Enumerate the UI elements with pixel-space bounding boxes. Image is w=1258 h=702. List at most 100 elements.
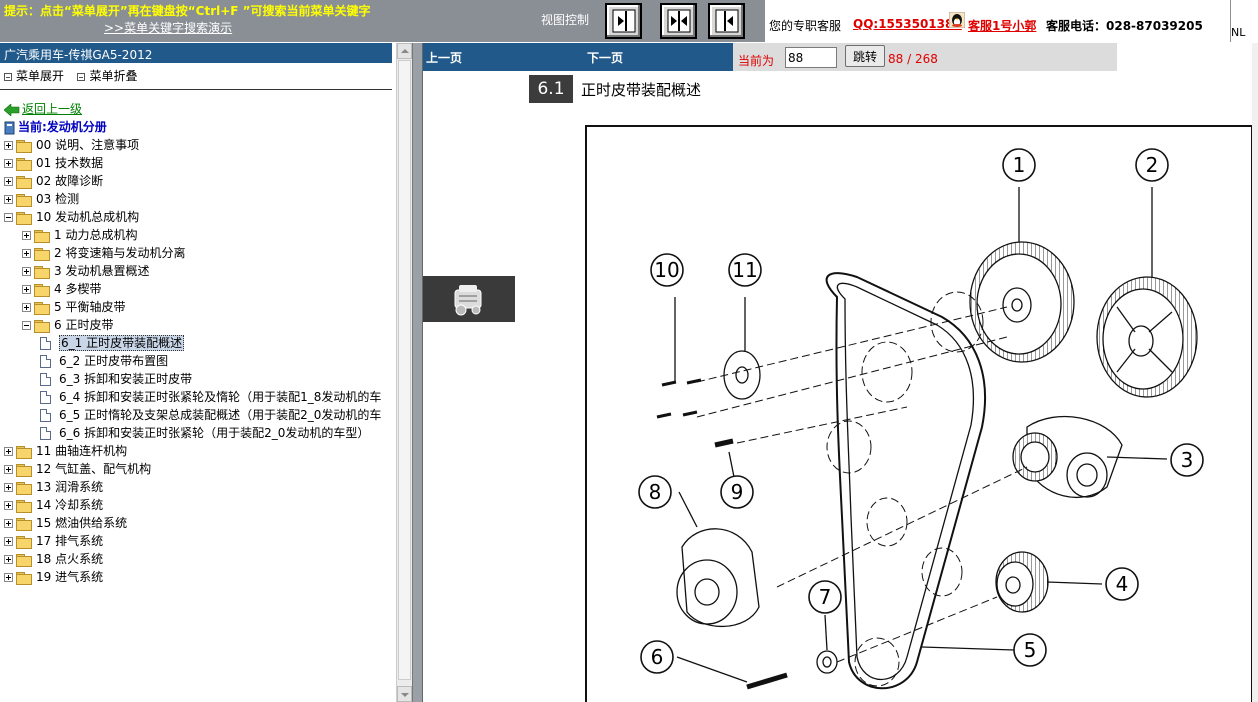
content-scrollbar[interactable] <box>1252 43 1258 702</box>
tree-folder-item[interactable]: 12 气缸盖、配气机构 <box>4 460 151 478</box>
service-agent-link[interactable]: 客服1号小郭 <box>968 17 1036 34</box>
tree-folder-item[interactable]: 14 冷却系统 <box>4 496 103 514</box>
tree-folder-item[interactable]: 13 润滑系统 <box>4 478 103 496</box>
folder-icon <box>34 247 50 261</box>
timing-belt-drawing: 1 2 3 4 5 6 7 8 9 10 11 <box>638 148 1204 690</box>
collapse-toggle-icon[interactable] <box>4 213 13 222</box>
tree-folder-item[interactable]: 00 说明、注意事项 <box>4 136 139 154</box>
engine-volume-tab[interactable] <box>423 276 515 322</box>
view-right-only-button[interactable] <box>605 3 642 39</box>
tree-folder-item[interactable]: 01 技术数据 <box>4 154 103 172</box>
tree-document-item[interactable]: 6_3 拆卸和安装正时皮带 <box>40 370 192 388</box>
document-icon <box>40 409 51 422</box>
callout-number: 8 <box>649 480 662 504</box>
tree-item-label: 6_1 正时皮带装配概述 <box>59 335 185 351</box>
back-link[interactable]: 返回上一级 <box>4 100 82 117</box>
folder-icon <box>16 175 32 189</box>
expand-toggle-icon[interactable] <box>4 447 13 456</box>
tree-document-item[interactable]: 6_6 拆卸和安装正时张紧轮（用于装配2_0发动机的车型） <box>40 424 369 442</box>
scroll-up-button[interactable] <box>397 43 412 59</box>
search-tip: 提示：点击“菜单展开”再在键盘按“Ctrl+F ”可搜索当前菜单关键字 <box>4 4 371 18</box>
tree-folder-item[interactable]: 15 燃油供给系统 <box>4 514 127 532</box>
service-phone: 客服电话：028-87039205 <box>1046 19 1203 33</box>
expand-toggle-icon[interactable] <box>22 285 31 294</box>
tree-item-label: 6_4 拆卸和安装正时张紧轮及惰轮（用于装配1_8发动机的车 <box>59 390 382 404</box>
document-icon <box>40 391 51 404</box>
expand-toggle-icon[interactable] <box>4 573 13 582</box>
menu-tools: 菜单展开 菜单折叠 <box>2 67 137 84</box>
folder-icon <box>34 283 50 297</box>
view-left-only-button[interactable] <box>708 3 745 39</box>
prev-page-link[interactable]: 上一页 <box>426 49 462 66</box>
view-control-label: 视图控制 <box>541 13 590 27</box>
callout-number: 10 <box>654 258 679 282</box>
expand-toggle-icon[interactable] <box>22 249 31 258</box>
tree-folder-item[interactable]: 1 动力总成机构 <box>22 226 137 244</box>
next-page-link[interactable]: 下一页 <box>587 49 623 66</box>
expand-toggle-icon[interactable] <box>4 501 13 510</box>
page-number-input[interactable] <box>785 47 837 68</box>
current-volume-label: 当前:发动机分册 <box>18 120 107 134</box>
callout-number: 4 <box>1116 572 1129 596</box>
scroll-down-button[interactable] <box>397 686 412 702</box>
tree-folder-item[interactable]: 4 多楔带 <box>22 280 101 298</box>
tree-folder-item[interactable]: 5 平衡轴皮带 <box>22 298 125 316</box>
jump-button[interactable]: 跳转 <box>845 45 885 67</box>
tree-folder-item[interactable]: 18 点火系统 <box>4 550 103 568</box>
expand-toggle-icon[interactable] <box>22 267 31 276</box>
menu-expand-button[interactable]: 菜单展开 <box>16 69 64 83</box>
expand-toggle-icon[interactable] <box>22 231 31 240</box>
callout-group: 1 2 3 4 5 6 7 8 9 10 11 <box>638 148 1204 674</box>
expand-toggle-icon[interactable] <box>4 159 13 168</box>
tree-document-item[interactable]: 6_4 拆卸和安装正时张紧轮及惰轮（用于装配1_8发动机的车 <box>40 388 381 406</box>
scroll-thumb[interactable] <box>398 60 411 680</box>
tree-item-label: 4 多楔带 <box>54 282 102 296</box>
collapse-toggle-icon[interactable] <box>22 321 31 330</box>
qq-penguin-icon[interactable] <box>949 12 965 28</box>
document-icon <box>40 337 51 350</box>
expand-toggle-icon[interactable] <box>4 519 13 528</box>
callout-number: 3 <box>1181 448 1194 472</box>
tree-folder-item[interactable]: 17 排气系统 <box>4 532 103 550</box>
tree-item-label: 6 正时皮带 <box>54 318 114 332</box>
pane-splitter[interactable] <box>412 43 423 702</box>
tree-folder-item[interactable]: 2 将变速箱与发动机分离 <box>22 244 185 262</box>
page-jump-box: 当前为 跳转 88 / 268 <box>733 43 1117 71</box>
folder-icon <box>16 157 32 171</box>
tree-document-item[interactable]: 6_1 正时皮带装配概述 <box>40 334 185 352</box>
tree-item-label: 6_3 拆卸和安装正时皮带 <box>59 372 193 386</box>
view-split-button[interactable] <box>660 3 697 39</box>
customer-service-panel: 您的专职客服 QQ:1553501388 客服1号小郭 客服电话：028-870… <box>765 0 1230 42</box>
folder-icon <box>16 571 32 585</box>
tree-folder-item[interactable]: 02 故障诊断 <box>4 172 103 190</box>
sidebar-scrollbar[interactable] <box>396 43 412 702</box>
tree-folder-item[interactable]: 11 曲轴连杆机构 <box>4 442 127 460</box>
service-qq-link[interactable]: QQ:1553501388 <box>853 17 962 31</box>
expand-toggle-icon[interactable] <box>4 537 13 546</box>
expand-toggle-icon[interactable] <box>4 177 13 186</box>
expand-toggle-icon[interactable] <box>4 555 13 564</box>
folder-icon <box>34 319 50 333</box>
tree-item-label: 01 技术数据 <box>36 156 104 170</box>
tree-document-item[interactable]: 6_5 正时惰轮及支架总成装配概述（用于装配2_0发动机的车 <box>40 406 381 424</box>
tree-item-label: 2 将变速箱与发动机分离 <box>54 246 186 260</box>
tree-folder-item[interactable]: 6 正时皮带 <box>22 316 113 334</box>
tree-folder-item[interactable]: 03 检测 <box>4 190 79 208</box>
expand-toggle-icon[interactable] <box>4 483 13 492</box>
search-demo-link[interactable]: >>菜单关键字搜索演示 <box>104 19 232 36</box>
tree-item-label: 3 发动机悬置概述 <box>54 264 150 278</box>
expand-toggle-icon[interactable] <box>4 195 13 204</box>
menu-collapse-button[interactable]: 菜单折叠 <box>89 69 137 83</box>
expand-toggle-icon[interactable] <box>4 465 13 474</box>
callout-number: 9 <box>731 480 744 504</box>
callout-number: 6 <box>651 645 664 669</box>
tree-folder-item[interactable]: 19 进气系统 <box>4 568 103 586</box>
folder-icon <box>16 193 32 207</box>
expand-toggle-icon[interactable] <box>22 303 31 312</box>
tree-folder-item[interactable]: 10 发动机总成机构 <box>4 208 139 226</box>
top-toolbar: 提示：点击“菜单展开”再在键盘按“Ctrl+F ”可搜索当前菜单关键字 >>菜单… <box>0 0 1258 42</box>
tree-folder-item[interactable]: 3 发动机悬置概述 <box>22 262 149 280</box>
tree-document-item[interactable]: 6_2 正时皮带布置图 <box>40 352 168 370</box>
folder-icon <box>16 445 32 459</box>
expand-toggle-icon[interactable] <box>4 141 13 150</box>
